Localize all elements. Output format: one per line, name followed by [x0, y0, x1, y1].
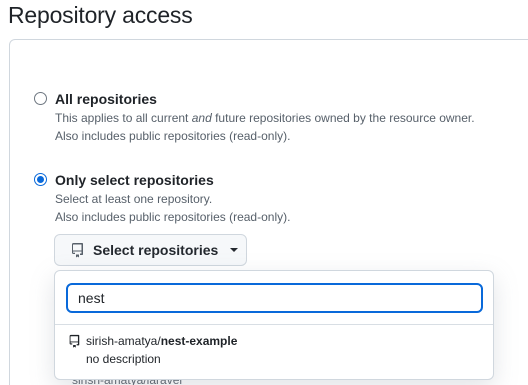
select-repositories-button[interactable]: Select repositories: [54, 234, 247, 266]
repo-result-item[interactable]: sirish-amatya/nest-example no descriptio…: [55, 326, 493, 368]
repo-icon: [72, 243, 83, 258]
option-only-select-title: Only select repositories: [55, 172, 214, 188]
search-wrap: [55, 271, 493, 325]
radio-only-select-repositories[interactable]: [34, 173, 47, 186]
repository-search-input[interactable]: [66, 283, 483, 313]
desc-line2: Also includes public repositories (read-…: [55, 210, 291, 224]
select-repositories-label: Select repositories: [93, 242, 219, 258]
desc-line1: Select at least one repository.: [55, 192, 213, 206]
desc-line1-em: and: [191, 111, 212, 125]
repo-icon: [69, 334, 80, 348]
repo-result-description: no description: [86, 352, 161, 366]
desc-line1-before: This applies to all current: [55, 111, 192, 125]
desc-line2: Also includes public repositories (read-…: [55, 129, 291, 143]
option-only-select-desc: Select at least one repository. Also inc…: [55, 190, 290, 226]
radio-all-repositories[interactable]: [34, 92, 47, 105]
chevron-down-icon: [230, 248, 239, 252]
page-title: Repository access: [8, 2, 193, 28]
desc-line1-after: future repositories owned by the resourc…: [211, 111, 475, 125]
option-all-repositories-title: All repositories: [55, 91, 157, 107]
repo-owner: sirish-amatya/: [86, 334, 161, 348]
repository-dropdown: sirish-amatya/nest-example no descriptio…: [54, 270, 494, 380]
option-all-repositories-desc: This applies to all current and future r…: [55, 109, 475, 145]
repo-name: nest-example: [160, 334, 238, 348]
repo-result-name: sirish-amatya/nest-example: [86, 334, 237, 348]
